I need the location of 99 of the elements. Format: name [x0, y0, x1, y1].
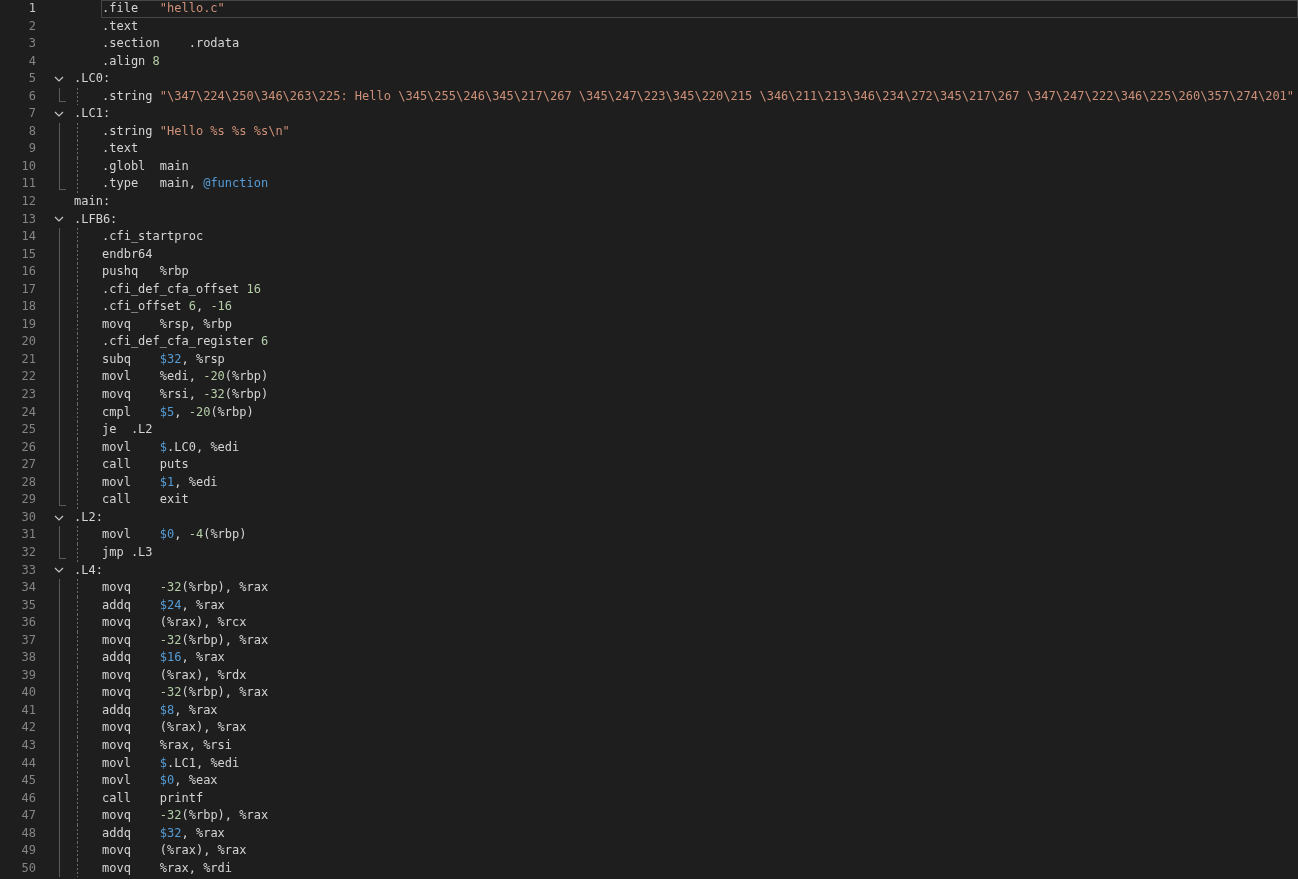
code-line: movl $0, %eax [101, 772, 219, 790]
line-number: 21 [20, 350, 37, 368]
code-line: addq $8, %rax [101, 701, 219, 719]
code-line: .globl main [101, 157, 190, 175]
line-number: 34 [20, 579, 37, 597]
line-number: 29 [20, 491, 37, 509]
code-line: call printf [101, 789, 205, 807]
line-number: 22 [20, 368, 37, 386]
code-line: .cfi_def_cfa_register 6 [101, 333, 270, 351]
code-line: .string "\347\224\250\346\263\225: Hello \345\255\246\345\217\267 \345\247\223\345\220\215 \346\211\213\346\234\272\345\217\267 \347\247\222\346\225\260\357\274\201" [101, 87, 1296, 105]
line-number: 16 [20, 263, 37, 281]
code-line: .text [101, 140, 140, 158]
line-number: 42 [20, 719, 37, 737]
code-line: .LC0: [73, 70, 112, 88]
code-line: movl $.LC1, %edi [101, 754, 241, 772]
line-number: 3 [27, 35, 37, 53]
line-number: 8 [27, 122, 37, 140]
line-number: 23 [20, 386, 37, 404]
line-number: 7 [27, 105, 37, 123]
code-line: .text [101, 17, 140, 35]
line-number: 39 [20, 666, 37, 684]
line-number: 38 [20, 649, 37, 667]
line-number: 5 [27, 70, 37, 88]
code-line: .LFB6: [73, 210, 119, 228]
code-line: jmp .L3 [101, 543, 154, 561]
line-number: 2 [27, 17, 37, 35]
line-number: 20 [20, 333, 37, 351]
line-number: 43 [20, 736, 37, 754]
code-line: .cfi_offset 6, -16 [101, 298, 234, 316]
code-line: movl $.LC0, %edi [101, 438, 241, 456]
line-number: 33 [20, 561, 37, 579]
code-line: addq $16, %rax [101, 649, 226, 667]
line-number: 25 [20, 421, 37, 439]
line-number: 41 [20, 701, 37, 719]
line-number: 28 [20, 473, 37, 491]
code-line: movq -32(%rbp), %rax [101, 631, 270, 649]
line-number: 40 [20, 684, 37, 702]
code-line: .cfi_def_cfa_offset 16 [101, 280, 262, 298]
code-line: movq (%rax), %rax [101, 719, 248, 737]
code-line: .string "Hello %s %s %s\n" [101, 122, 291, 140]
line-number: 44 [20, 754, 37, 772]
code-line: .align 8 [101, 52, 161, 70]
line-number: 1 [27, 0, 37, 17]
code-line: movq (%rax), %rdx [101, 666, 248, 684]
line-number: 18 [20, 298, 37, 316]
line-number: 11 [20, 175, 37, 193]
line-number: 6 [27, 87, 37, 105]
line-number: 45 [20, 772, 37, 790]
code-line: movq -32(%rbp), %rax [101, 684, 270, 702]
line-number: 46 [20, 789, 37, 807]
code-line: movl $1, %edi [101, 473, 219, 491]
code-line: movq %rsi, -32(%rbp) [101, 386, 270, 404]
line-number: 49 [20, 842, 37, 860]
code-line: movq %rsp, %rbp [101, 315, 234, 333]
code-line: .L4: [73, 561, 104, 579]
code-line: cmpl $5, -20(%rbp) [101, 403, 255, 421]
line-number: 48 [20, 824, 37, 842]
line-number: 37 [20, 631, 37, 649]
code-line: endbr64 [101, 245, 154, 263]
code-line: addq $32, %rax [101, 824, 226, 842]
line-number: 32 [20, 543, 37, 561]
code-line: movq -32(%rbp), %rax [101, 579, 270, 597]
line-number: 4 [27, 52, 37, 70]
code-line: .cfi_startproc [101, 228, 205, 246]
line-number: 26 [20, 438, 37, 456]
line-number: 17 [20, 280, 37, 298]
code-line: je .L2 [101, 421, 154, 439]
code-line: call puts [101, 456, 190, 474]
code-line: pushq %rbp [101, 263, 190, 281]
code-line: movq -32(%rbp), %rax [101, 807, 270, 825]
code-line: call exit [101, 491, 190, 509]
code-line: movl %edi, -20(%rbp) [101, 368, 270, 386]
code-line: movq (%rax), %rax [101, 842, 248, 860]
code-line: main: [73, 193, 112, 210]
line-number: 30 [20, 508, 37, 526]
line-number: 50 [20, 859, 37, 877]
code-line: movq (%rax), %rcx [101, 614, 248, 632]
code-line: movq %rax, %rdi [101, 859, 234, 877]
line-number: 14 [20, 228, 37, 246]
line-number: 27 [20, 456, 37, 474]
line-number: 9 [27, 140, 37, 158]
code-line: movq %rax, %rsi [101, 736, 234, 754]
line-number: 19 [20, 315, 37, 333]
code-line: addq $24, %rax [101, 596, 226, 614]
code-line: movl $0, -4(%rbp) [101, 526, 248, 544]
line-number: 10 [20, 157, 37, 175]
line-number: 31 [20, 526, 37, 544]
line-number: 35 [20, 596, 37, 614]
code-line: .type main, @function [101, 175, 270, 193]
code-line: .LC1: [73, 105, 112, 123]
line-number: 12 [20, 193, 37, 210]
code-line: subq $32, %rsp [101, 350, 226, 368]
line-number: 36 [20, 614, 37, 632]
line-number: 24 [20, 403, 37, 421]
code-line: .L2: [73, 508, 104, 526]
line-number: 15 [20, 245, 37, 263]
line-number: 13 [20, 210, 37, 228]
line-number: 47 [20, 807, 37, 825]
code-line: .section .rodata [101, 35, 241, 53]
